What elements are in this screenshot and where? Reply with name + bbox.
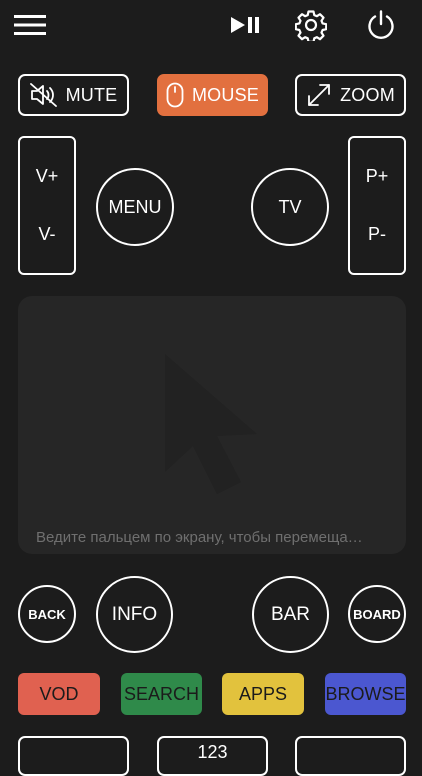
mouse-label: MOUSE bbox=[191, 84, 259, 105]
cursor-arrow-icon bbox=[165, 354, 257, 494]
apps-label: APPS bbox=[238, 683, 288, 704]
menu-label: MENU bbox=[108, 196, 162, 217]
hamburger-icon bbox=[14, 15, 46, 35]
mouse-icon bbox=[166, 82, 184, 108]
browse-label: BROWSE bbox=[325, 683, 406, 704]
expand-icon bbox=[308, 84, 330, 106]
volume-rocker: V+ V- bbox=[18, 136, 76, 275]
bottom-button-left[interactable] bbox=[18, 736, 129, 776]
tv-button[interactable]: TV bbox=[251, 168, 329, 246]
menu-button[interactable] bbox=[10, 8, 50, 42]
info-button[interactable]: INFO bbox=[96, 576, 173, 653]
search-button[interactable]: SEARCH bbox=[121, 673, 202, 715]
program-up-button[interactable]: P+ bbox=[366, 166, 389, 187]
info-label: INFO bbox=[111, 603, 158, 625]
gear-icon bbox=[295, 10, 327, 41]
settings-button[interactable] bbox=[290, 6, 332, 44]
zoom-label: ZOOM bbox=[340, 84, 395, 105]
vod-label: VOD bbox=[39, 683, 79, 704]
program-down-button[interactable]: P- bbox=[368, 224, 386, 245]
bottom-button-right[interactable] bbox=[295, 736, 406, 776]
menu-circle-button[interactable]: MENU bbox=[96, 168, 174, 246]
program-rocker: P+ P- bbox=[348, 136, 406, 275]
mute-button[interactable]: MUTE bbox=[18, 74, 129, 116]
back-button[interactable]: BACK bbox=[18, 585, 76, 643]
volume-up-button[interactable]: V+ bbox=[36, 166, 59, 187]
browse-button[interactable]: BROWSE bbox=[325, 673, 406, 715]
board-label: BOARD bbox=[353, 606, 401, 622]
board-button[interactable]: BOARD bbox=[348, 585, 406, 643]
mute-label: MUTE bbox=[65, 84, 118, 105]
power-button[interactable] bbox=[360, 6, 402, 44]
bar-label: BAR bbox=[270, 603, 311, 625]
search-label: SEARCH bbox=[123, 683, 199, 704]
bottom-middle-label: 123 bbox=[197, 742, 228, 762]
back-label: BACK bbox=[28, 606, 66, 622]
touchpad-hint: Ведите пальцем по экрану, чтобы перемеща… bbox=[36, 529, 363, 546]
play-pause-icon bbox=[231, 17, 259, 33]
bar-button[interactable]: BAR bbox=[252, 576, 329, 653]
apps-button[interactable]: APPS bbox=[222, 673, 304, 715]
touchpad[interactable]: Ведите пальцем по экрану, чтобы перемеща… bbox=[18, 296, 406, 554]
vod-button[interactable]: VOD bbox=[18, 673, 100, 715]
mouse-button[interactable]: MOUSE bbox=[157, 74, 268, 116]
play-pause-button[interactable] bbox=[224, 8, 266, 42]
volume-down-button[interactable]: V- bbox=[38, 224, 55, 245]
tv-label: TV bbox=[278, 196, 302, 217]
mute-icon bbox=[29, 83, 57, 107]
zoom-button[interactable]: ZOOM bbox=[295, 74, 406, 116]
bottom-button-middle[interactable]: 123 bbox=[157, 736, 268, 776]
power-icon bbox=[368, 10, 394, 40]
